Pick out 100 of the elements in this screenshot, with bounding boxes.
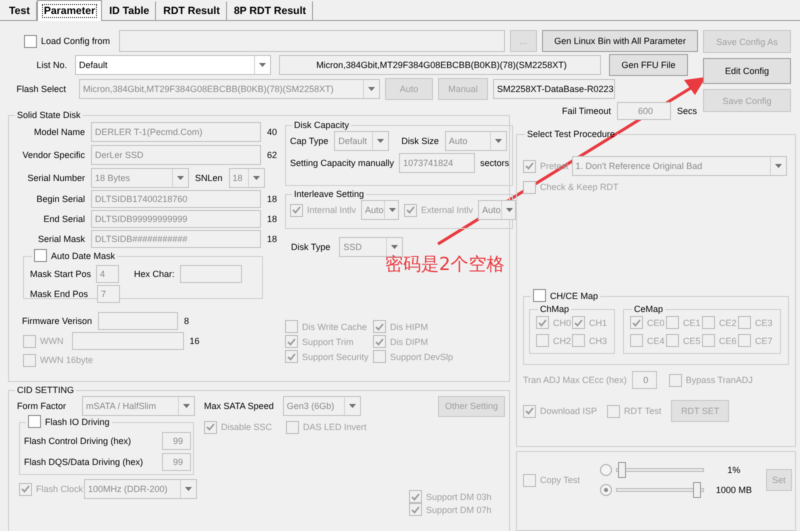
caret-icon [391, 245, 398, 249]
length-label: 16 [190, 336, 200, 346]
caret-icon [377, 139, 384, 143]
group-title: ChMap [539, 304, 570, 314]
field-label: Setting Capacity manually [290, 158, 394, 168]
text-field[interactable]: DLTSIDB99999999999 [91, 210, 261, 228]
map-checkbox[interactable] [536, 316, 549, 329]
field-label: Cap Type [290, 136, 328, 146]
ch-ce-map-checkbox[interactable] [533, 289, 546, 302]
map-checkbox[interactable] [666, 316, 679, 329]
map-checkbox[interactable] [630, 334, 643, 347]
wwn-field[interactable] [72, 332, 184, 350]
support-dm-checkbox-label: Support DM 07h [426, 504, 492, 514]
database-field[interactable]: SM2258XT-DataBase-R0223 [493, 79, 615, 99]
slider[interactable] [616, 462, 704, 478]
length-label: 18 [267, 234, 278, 244]
ch-ce-map-checkbox-label: CH/CE Map [550, 290, 598, 300]
auto-button[interactable]: Auto [385, 78, 433, 100]
caret-icon [185, 487, 192, 491]
capacity-field[interactable]: 1073741824 [399, 153, 476, 173]
map-checkbox[interactable] [572, 334, 585, 347]
group-title: CID SETTING [16, 385, 76, 395]
map-checkbox[interactable] [572, 316, 585, 329]
field-label: Mask Start Pos [30, 268, 92, 278]
group-title: Select Test Procedure [526, 129, 616, 139]
option-checkbox-label: Support Trim [302, 336, 354, 346]
caret-icon [259, 63, 266, 67]
slider-reading: 1000 MB [714, 485, 753, 495]
auto-date-mask-checkbox[interactable] [34, 249, 47, 262]
caret-icon [368, 87, 375, 91]
firmware-field[interactable] [98, 312, 178, 330]
field-label: Disk Size [401, 136, 439, 146]
manual-button[interactable]: Manual [438, 78, 488, 100]
load-config-checkbox[interactable] [24, 34, 37, 48]
map-checkbox-label: CH1 [589, 318, 608, 328]
gen-ffu-button[interactable]: Gen FFU File [609, 54, 688, 76]
field-label: Max SATA Speed [204, 401, 274, 411]
hex-field[interactable]: 99 [162, 452, 191, 470]
map-checkbox[interactable] [702, 316, 715, 329]
flash-info-field[interactable]: Micron,384Gbit,MT29F384G08EBCBB(B0KB)(78)(SM2258XT) [279, 55, 601, 75]
gen-linux-button[interactable]: Gen Linux Bin with All Parameter [542, 30, 698, 52]
caret-icon [348, 404, 356, 408]
form-factor-dropdown[interactable]: mSATA / HalfSlim [82, 396, 195, 416]
config-path-field[interactable] [119, 30, 506, 52]
wwn-checkbox-label: WWN [40, 336, 64, 346]
flash-io-checkbox[interactable] [28, 415, 41, 428]
map-checkbox[interactable] [666, 334, 679, 347]
option-checkbox-label: Support DevSlp [390, 352, 454, 362]
option-checkbox-label: Dis HIPM [390, 322, 428, 332]
cid-option-checkbox-label: Disable SSC [221, 422, 272, 432]
flash-select-dropdown[interactable]: Micron,384Gbit,MT29F384G08EBCBB(B0KB)(78)(SM2258XT) [79, 79, 380, 99]
field-label: Flash DQS/Data Driving (hex) [24, 456, 144, 466]
load-config-checkbox-label: Load Config from [41, 36, 110, 46]
flash-select-label: Flash Select [15, 84, 66, 94]
other-setting-button[interactable]: Other Setting [438, 396, 505, 416]
snlen-dropdown[interactable]: 18 [228, 168, 265, 188]
map-checkbox-label: CE0 [647, 318, 665, 328]
map-checkbox-label: CH2 [553, 336, 572, 346]
hex-field[interactable]: 99 [162, 432, 191, 450]
serial-number-dropdown[interactable]: 18 Bytes [91, 168, 189, 188]
tran-adj-field[interactable]: 0 [632, 371, 657, 389]
map-checkbox[interactable] [702, 334, 715, 347]
config-button[interactable]: Edit Config [703, 58, 791, 84]
map-checkbox[interactable] [738, 334, 751, 347]
map-checkbox-label: CE5 [683, 336, 701, 346]
map-checkbox[interactable] [536, 334, 549, 347]
field-label: Disk Type [291, 242, 330, 252]
sata-speed-dropdown[interactable]: Gen3 (6Gb) [282, 396, 361, 416]
bypass-checkbox-label: Bypass TranADJ [686, 375, 753, 385]
tab[interactable]: Parameter [36, 0, 102, 21]
list-no-dropdown[interactable]: Default [75, 55, 271, 75]
rdt-set-button[interactable]: RDT SET [671, 400, 730, 422]
field-label: Tran ADJ Max CEcc (hex) [523, 375, 627, 385]
map-checkbox[interactable] [738, 316, 751, 329]
snlen-label: SNLen [195, 172, 223, 182]
text-field[interactable]: DERLER T-1(Pecmd.Com) [91, 122, 261, 142]
flash-io-checkbox-label: Flash IO Driving [45, 416, 110, 426]
field-label: Serial Mask [36, 234, 85, 244]
number-field[interactable]: 4 [96, 264, 120, 282]
slider[interactable] [616, 482, 704, 498]
unit-label: sectors [480, 158, 510, 168]
length-label: 62 [267, 150, 278, 160]
map-checkbox-label: CE6 [719, 336, 737, 346]
length-label: 18 [267, 194, 278, 204]
map-checkbox-label: CH0 [553, 318, 572, 328]
length-label: 18 [267, 214, 278, 224]
number-field[interactable]: 7 [97, 284, 120, 302]
fail-timeout-field[interactable]: 600 [616, 102, 671, 120]
browse-button[interactable]: ... [510, 30, 538, 52]
text-field[interactable]: DLTSIDB########### [91, 230, 261, 248]
interleave-checkbox-label: Internal Intlv [307, 205, 356, 215]
hex-char-field[interactable] [180, 264, 242, 282]
field-label: Form Factor [17, 401, 68, 411]
text-field[interactable]: DerLer SSD [91, 144, 261, 164]
map-checkbox[interactable] [630, 316, 643, 329]
cap-type-dropdown[interactable]: Default [334, 131, 390, 151]
secs-label: Secs [676, 106, 697, 116]
disk-size-dropdown[interactable]: Auto [444, 131, 507, 151]
field-label: Mask End Pos [30, 288, 90, 298]
text-field[interactable]: DLTSIDB17400218760 [91, 190, 261, 208]
